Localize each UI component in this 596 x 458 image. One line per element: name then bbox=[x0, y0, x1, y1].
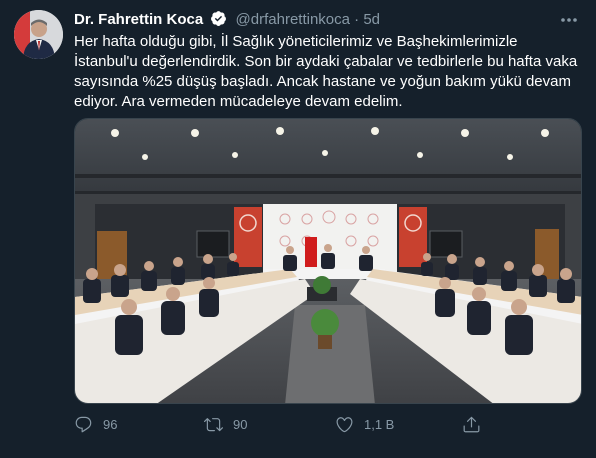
verified-badge-icon bbox=[210, 10, 227, 33]
header-separator: · bbox=[354, 11, 360, 28]
tweet-text-line: Her hafta olduğu gibi, İl Sağlık yönetic… bbox=[74, 33, 518, 50]
retweet-button[interactable]: 90 bbox=[204, 412, 247, 436]
tweet-text-line: ediyor. Ara vermeden mücadeleye devam ed… bbox=[74, 93, 403, 110]
author-name[interactable]: Dr. Fahrettin Koca bbox=[74, 11, 203, 28]
retweet-count: 90 bbox=[233, 416, 248, 432]
like-count: 1,1 B bbox=[364, 416, 395, 432]
tweet-card[interactable]: Dr. Fahrettin Koca @drfahrettinkoca · 5d… bbox=[0, 0, 596, 458]
tweet-timestamp[interactable]: 5d bbox=[363, 11, 380, 28]
heart-icon bbox=[335, 415, 354, 434]
tweet-photo[interactable] bbox=[74, 118, 582, 404]
tweet-header: Dr. Fahrettin Koca @drfahrettinkoca · 5d bbox=[74, 10, 380, 30]
tweet-actions: 96 90 1,1 B bbox=[74, 412, 574, 436]
author-handle[interactable]: @drfahrettinkoca bbox=[236, 11, 350, 28]
author-avatar[interactable] bbox=[14, 10, 63, 59]
share-icon bbox=[462, 415, 481, 434]
retweet-icon bbox=[204, 415, 223, 434]
reply-button[interactable]: 96 bbox=[74, 412, 117, 436]
more-options-icon[interactable] bbox=[558, 10, 580, 30]
tweet-text-line: İstanbul'u değerlendirdik. Son bir aydak… bbox=[74, 53, 578, 70]
like-button[interactable]: 1,1 B bbox=[335, 412, 394, 436]
reply-icon bbox=[74, 415, 93, 434]
tweet-text-line: sayısında %25 düşüş başladı. Ancak hasta… bbox=[74, 73, 571, 90]
reply-count: 96 bbox=[103, 416, 118, 432]
tweet-text: Her hafta olduğu gibi, İl Sağlık yönetic… bbox=[74, 32, 584, 112]
share-button[interactable] bbox=[462, 412, 481, 436]
